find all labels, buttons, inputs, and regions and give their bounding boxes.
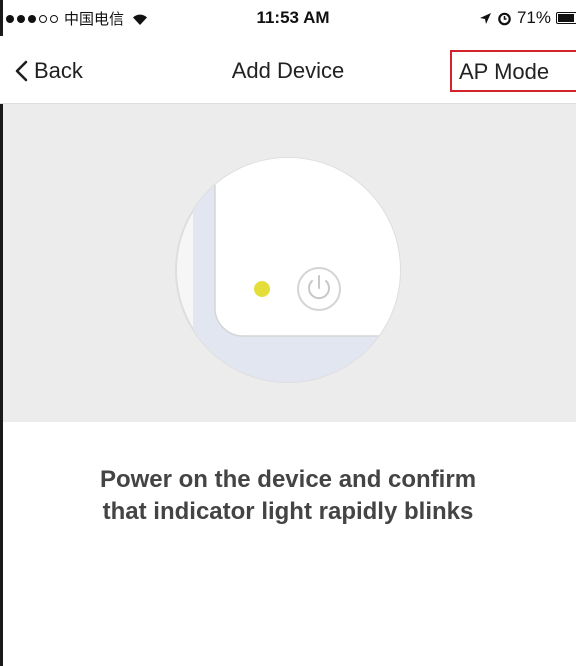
indicator-light-icon <box>254 281 270 297</box>
ap-mode-button[interactable]: AP Mode <box>450 50 576 92</box>
power-icon <box>297 267 341 311</box>
instruction-line-1: Power on the device and confirm <box>99 466 477 493</box>
status-bar: 中国电信 11:53 AM 71% <box>0 0 576 36</box>
instruction-line-2: that indicator light rapidly blinks <box>102 498 474 525</box>
battery-percent: 71% <box>516 8 551 27</box>
status-right: 71% <box>479 8 576 28</box>
battery-icon <box>556 12 576 24</box>
navigation-bar: Back Add Device AP Mode <box>0 36 576 104</box>
instruction-text: Power on the device and confirm that ind… <box>0 464 576 528</box>
location-arrow-icon <box>479 12 491 24</box>
device-illustration-graphic <box>175 157 401 383</box>
device-illustration <box>3 104 576 422</box>
battery-level <box>558 14 574 22</box>
alarm-icon <box>498 12 511 25</box>
